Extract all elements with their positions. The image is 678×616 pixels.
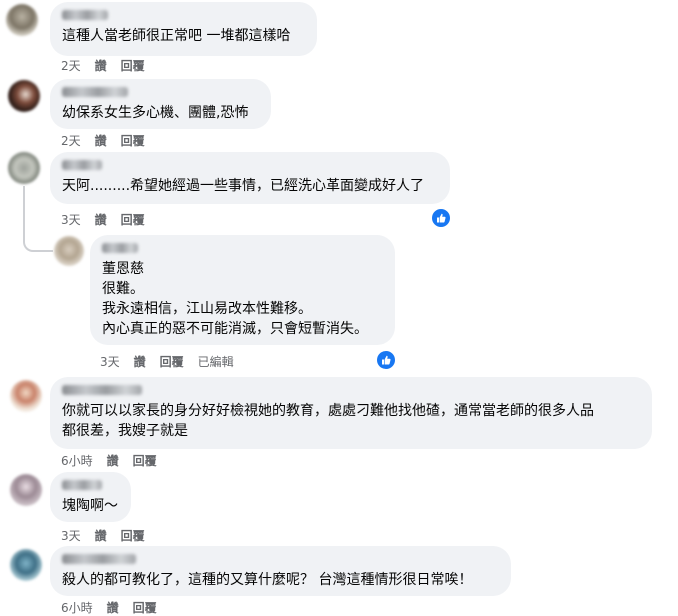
reply-button[interactable]: 回覆 xyxy=(160,353,184,370)
comment-bubble: 幼保系女生多心機、團體,恐怖 xyxy=(50,79,271,129)
timestamp[interactable]: 6小時 xyxy=(61,452,93,469)
avatar[interactable] xyxy=(10,549,42,581)
author-name[interactable] xyxy=(62,10,108,20)
comment-text-line: 很難。 xyxy=(102,281,144,297)
like-reaction-icon[interactable] xyxy=(430,207,452,229)
comment-actions: 6小時讚回覆 xyxy=(61,599,171,616)
comment-text-line: 都很差，我嫂子就是 xyxy=(62,423,188,439)
comment-text: 幼保系女生多心機、團體,恐怖 xyxy=(62,105,249,121)
comment-actions: 3天讚回覆 xyxy=(61,211,159,228)
timestamp[interactable]: 6小時 xyxy=(61,599,93,616)
like-button[interactable]: 讚 xyxy=(107,452,119,469)
comment-text-line: 我永遠相信，江山易改本性難移。 xyxy=(102,301,312,317)
author-name[interactable] xyxy=(62,160,102,170)
comment-text: 殺人的都可教化了，這種的又算什麼呢？ 台灣這種情形很日常唉！ xyxy=(62,572,473,588)
like-button[interactable]: 讚 xyxy=(95,211,107,228)
comment-text-line: 內心真正的惡不可能消滅，只會短暫消失。 xyxy=(102,321,368,337)
reply-button[interactable]: 回覆 xyxy=(121,132,145,149)
edited-label[interactable]: 已編輯 xyxy=(198,353,234,370)
author-name[interactable] xyxy=(102,243,138,253)
thread-connector xyxy=(23,228,53,252)
comment-actions: 3天讚回覆 xyxy=(61,527,159,544)
like-button[interactable]: 讚 xyxy=(107,599,119,616)
like-reaction-icon[interactable] xyxy=(375,349,397,371)
like-button[interactable]: 讚 xyxy=(95,132,107,149)
comment-actions: 3天讚回覆 已編輯 xyxy=(100,353,248,370)
reply-button[interactable]: 回覆 xyxy=(121,211,145,228)
author-name[interactable] xyxy=(62,480,102,490)
timestamp[interactable]: 2天 xyxy=(61,57,81,74)
comment-text: 塊陶啊～ xyxy=(62,498,118,514)
avatar[interactable] xyxy=(8,80,40,112)
like-button[interactable]: 讚 xyxy=(134,353,146,370)
author-name[interactable] xyxy=(62,87,128,97)
comment-text-line: 你就可以以家長的身分好好檢視她的教育，處處刁難他找他碴，通常當老師的很多人品 xyxy=(62,403,594,419)
comment-actions: 2天讚回覆 xyxy=(61,132,159,149)
timestamp[interactable]: 3天 xyxy=(100,353,120,370)
comment-text: 這種人當老師很正常吧 一堆都這樣哈 xyxy=(62,28,291,44)
timestamp[interactable]: 3天 xyxy=(61,211,81,228)
reply-button[interactable]: 回覆 xyxy=(121,527,145,544)
mention-link[interactable]: 董恩慈 xyxy=(102,259,383,279)
comment-bubble: 塊陶啊～ xyxy=(50,472,131,522)
author-name[interactable] xyxy=(62,554,136,564)
like-button[interactable]: 讚 xyxy=(95,527,107,544)
avatar[interactable] xyxy=(6,4,38,36)
comment-bubble: 董恩慈 很難。 我永遠相信，江山易改本性難移。 內心真正的惡不可能消滅，只會短暫… xyxy=(90,235,395,345)
comment-text: 天阿.........希望她經過一些事情，已經洗心革面變成好人了 xyxy=(62,178,425,194)
like-button[interactable]: 讚 xyxy=(95,57,107,74)
comment-bubble: 天阿.........希望她經過一些事情，已經洗心革面變成好人了 xyxy=(50,152,450,204)
avatar[interactable] xyxy=(10,474,42,506)
comment-actions: 2天讚回覆 xyxy=(61,57,159,74)
comment-bubble: 殺人的都可教化了，這種的又算什麼呢？ 台灣這種情形很日常唉！ xyxy=(50,546,511,596)
reply-button[interactable]: 回覆 xyxy=(121,57,145,74)
comment-bubble: 你就可以以家長的身分好好檢視她的教育，處處刁難他找他碴，通常當老師的很多人品 都… xyxy=(50,377,652,449)
timestamp[interactable]: 3天 xyxy=(61,527,81,544)
timestamp[interactable]: 2天 xyxy=(61,132,81,149)
author-name[interactable] xyxy=(62,385,142,395)
reply-button[interactable]: 回覆 xyxy=(133,452,157,469)
reply-button[interactable]: 回覆 xyxy=(133,599,157,616)
comment-bubble: 這種人當老師很正常吧 一堆都這樣哈 xyxy=(50,2,317,56)
avatar[interactable] xyxy=(54,236,84,266)
avatar[interactable] xyxy=(8,152,40,184)
avatar[interactable] xyxy=(10,380,42,412)
comment-actions: 6小時讚回覆 xyxy=(61,452,171,469)
